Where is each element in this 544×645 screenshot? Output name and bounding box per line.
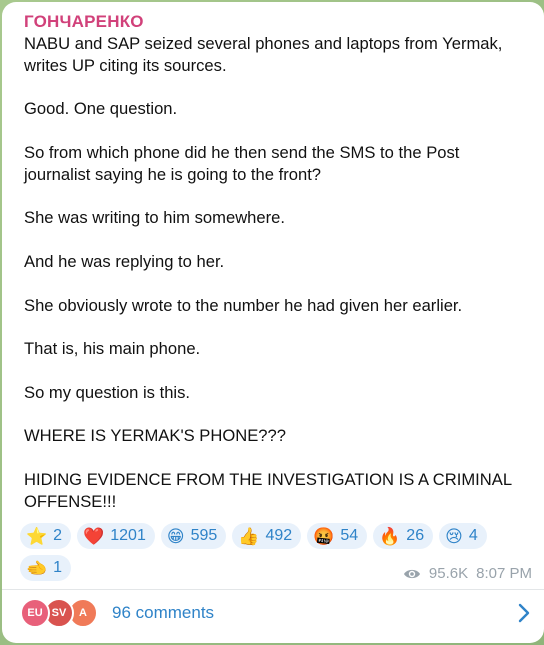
- comments-bar[interactable]: EU SV A 96 comments: [2, 590, 544, 636]
- message-paragraph: WHERE IS YERMAK'S PHONE???: [24, 426, 286, 446]
- chevron-right-icon[interactable]: [518, 603, 530, 623]
- reaction-grin[interactable]: 😁 595: [160, 523, 227, 549]
- message-paragraph: So from which phone did he then send the…: [24, 142, 460, 184]
- fire-icon: 🔥: [379, 526, 401, 546]
- message-paragraph: She was writing to him somewhere.: [24, 208, 285, 228]
- message-bubble: ГОНЧАРЕНКО NABU and SAP seized several p…: [2, 2, 544, 643]
- views-count: 95.6K: [428, 565, 469, 582]
- message-paragraph: And he was replying to her.: [24, 251, 225, 271]
- message-meta: 95.6K 8:07 PM: [403, 565, 532, 582]
- reaction-row: ⭐ 2 ❤️ 1201 😁 595 👍 492 🤬 54 🔥 26 😢 4: [20, 523, 540, 549]
- reaction-count: 2: [53, 527, 63, 544]
- reaction-angry[interactable]: 🤬 54: [307, 523, 368, 549]
- reaction-thumbs-up[interactable]: 👍 492: [232, 523, 302, 549]
- reaction-count: 1201: [110, 527, 146, 544]
- reaction-count: 1: [53, 559, 63, 576]
- reaction-pointing-hand[interactable]: 🫲 1: [20, 555, 72, 581]
- crying-icon: 😢: [445, 526, 463, 546]
- thumbs-up-icon: 👍: [238, 526, 260, 546]
- reaction-count: 26: [406, 527, 425, 544]
- message-text: NABU and SAP seized several phones and l…: [24, 33, 524, 513]
- reaction-count: 492: [265, 527, 293, 544]
- reaction-crying[interactable]: 😢 4: [439, 523, 487, 549]
- message-paragraph: Good. One question.: [24, 99, 178, 119]
- avatar: EU: [20, 598, 50, 628]
- reaction-fire[interactable]: 🔥 26: [373, 523, 434, 549]
- message-time: 8:07 PM: [476, 565, 532, 582]
- message-paragraph: That is, his main phone.: [24, 339, 201, 359]
- message-paragraph: NABU and SAP seized several phones and l…: [24, 34, 503, 75]
- grin-icon: 😁: [166, 526, 185, 546]
- heart-icon: ❤️: [83, 526, 105, 546]
- comments-label[interactable]: 96 comments: [112, 603, 214, 623]
- reaction-star[interactable]: ⭐ 2: [20, 523, 72, 549]
- message-paragraph: So my question is this.: [24, 382, 191, 402]
- reaction-count: 595: [190, 527, 218, 544]
- reaction-count: 54: [340, 527, 359, 544]
- message-paragraph: HIDING EVIDENCE FROM THE INVESTIGATION I…: [24, 469, 512, 511]
- reaction-count: 4: [468, 527, 478, 544]
- commenter-avatars: EU SV A: [20, 598, 102, 628]
- sender-name[interactable]: ГОНЧАРЕНКО: [24, 12, 144, 32]
- star-icon: ⭐: [26, 526, 48, 546]
- pointing-hand-icon: 🫲: [26, 558, 48, 578]
- message-paragraph: She obviously wrote to the number he had…: [24, 295, 463, 315]
- angry-icon: 🤬: [313, 526, 335, 546]
- reaction-heart[interactable]: ❤️ 1201: [77, 523, 155, 549]
- eye-icon: [403, 569, 420, 578]
